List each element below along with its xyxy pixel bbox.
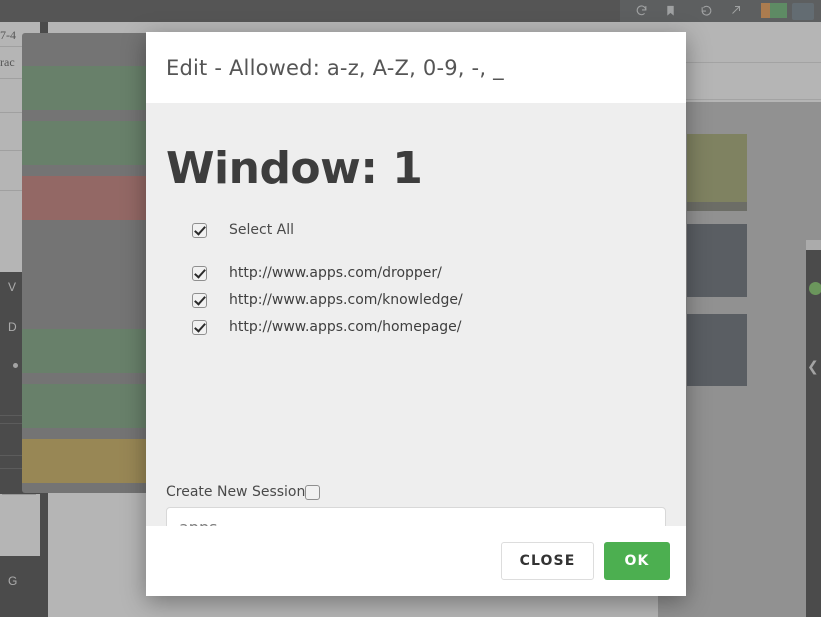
dialog-footer: CLOSE OK — [146, 526, 686, 596]
select-all-label: Select All — [229, 222, 294, 238]
list-item[interactable]: http://www.apps.com/homepage/ — [192, 319, 666, 335]
list-item[interactable]: http://www.apps.com/dropper/ — [192, 265, 666, 281]
ok-button[interactable]: OK — [604, 542, 670, 580]
url-checkbox-list: http://www.apps.com/dropper/ http://www.… — [192, 265, 666, 335]
url-label-1: http://www.apps.com/knowledge/ — [229, 292, 463, 308]
create-new-session-checkbox[interactable] — [305, 484, 321, 500]
url-checkbox-2[interactable] — [192, 319, 207, 335]
list-item[interactable]: http://www.apps.com/knowledge/ — [192, 292, 666, 308]
url-label-2: http://www.apps.com/homepage/ — [229, 319, 462, 335]
url-checkbox-1[interactable] — [192, 292, 207, 308]
create-new-session-row[interactable]: Create New Session — [166, 484, 321, 500]
url-label-0: http://www.apps.com/dropper/ — [229, 265, 442, 281]
session-name-input[interactable] — [166, 507, 666, 526]
dialog-body: Window: 1 Select All http://www.apps.com… — [146, 103, 686, 526]
close-button[interactable]: CLOSE — [501, 542, 594, 580]
select-all-row[interactable]: Select All — [192, 222, 666, 238]
url-checkbox-0[interactable] — [192, 265, 207, 281]
dialog-header: Edit - Allowed: a-z, A-Z, 0-9, -, _ — [146, 32, 686, 103]
create-new-session-label: Create New Session — [166, 484, 306, 500]
window-heading: Window: 1 — [166, 143, 423, 194]
edit-session-dialog: Edit - Allowed: a-z, A-Z, 0-9, -, _ Wind… — [146, 32, 686, 596]
select-all-checkbox[interactable] — [192, 222, 207, 238]
dialog-title: Edit - Allowed: a-z, A-Z, 0-9, -, _ — [166, 55, 504, 80]
